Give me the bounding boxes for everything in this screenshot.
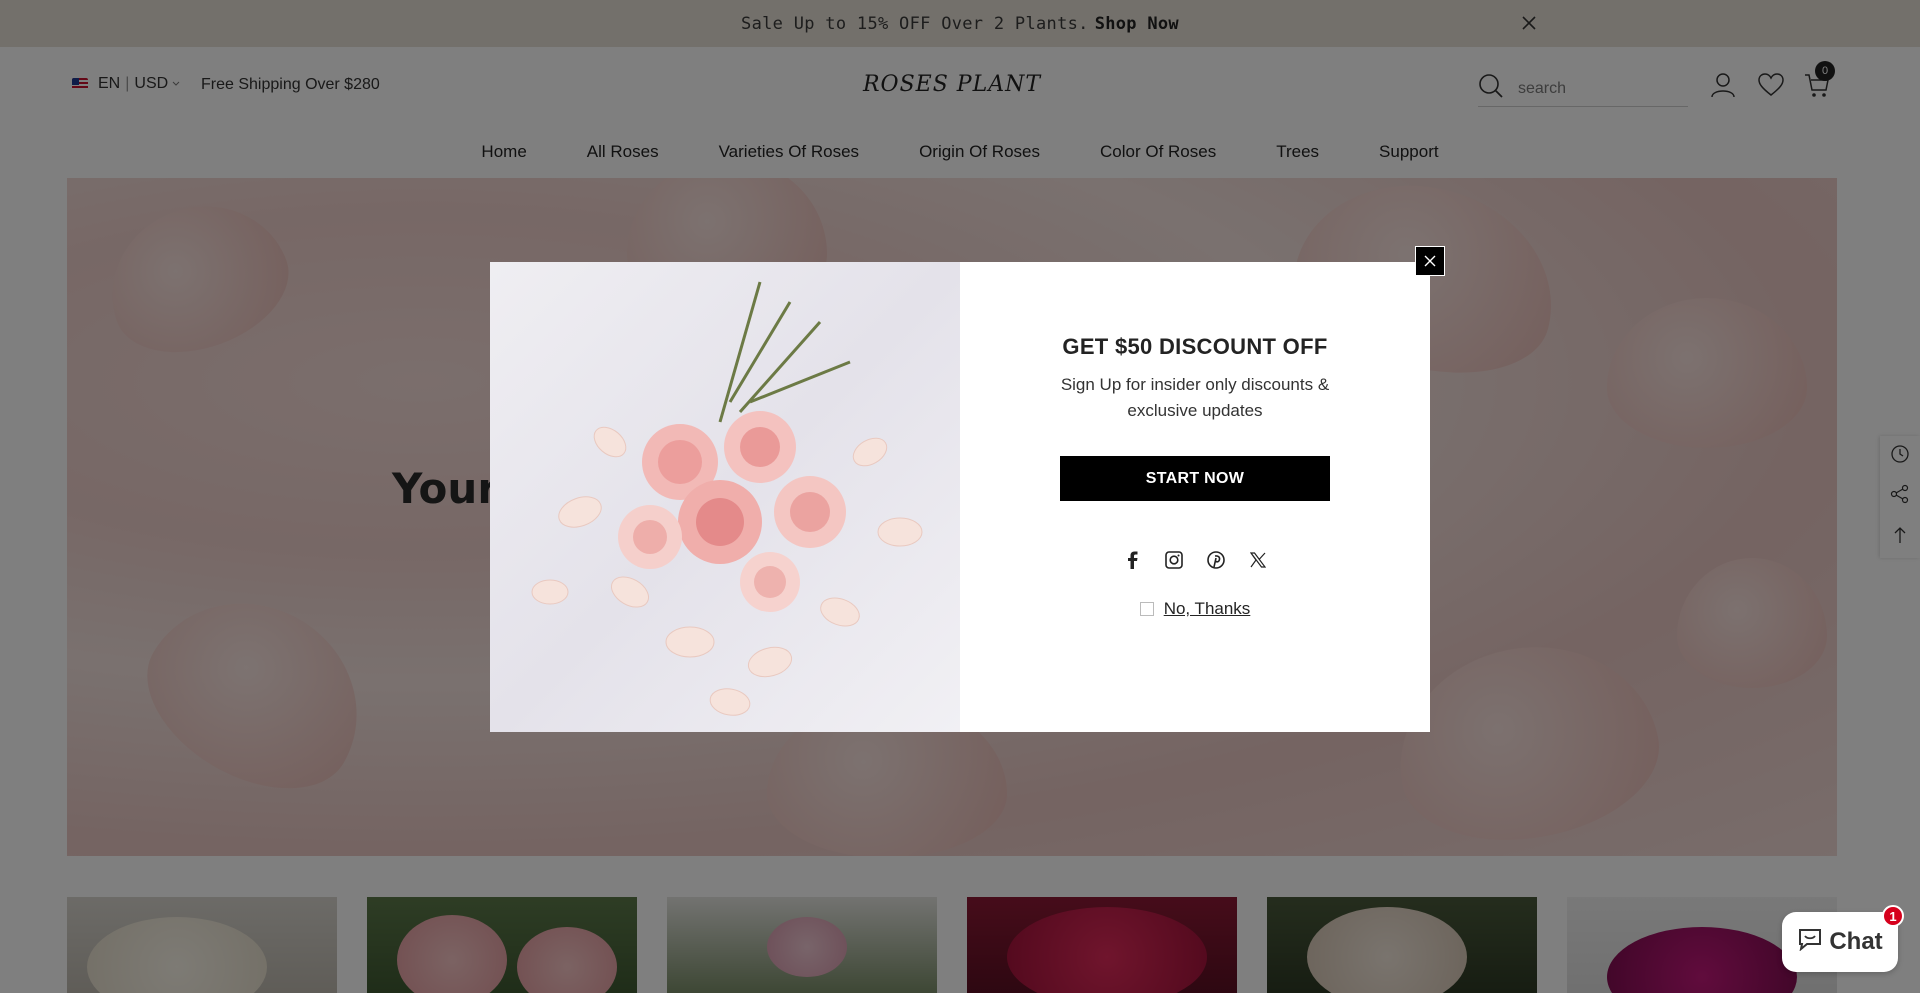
popup-close-icon[interactable] [1415,246,1445,276]
facebook-icon[interactable] [1121,549,1143,571]
no-thanks-option[interactable]: No, Thanks [1139,599,1251,619]
newsletter-popup: GET $50 DISCOUNT OFF Sign Up for insider… [490,262,1430,732]
chat-label: Chat [1829,928,1883,955]
social-links [1121,549,1269,571]
popup-title: GET $50 DISCOUNT OFF [1062,334,1328,359]
instagram-icon[interactable] [1163,549,1185,571]
chat-bubble-icon [1797,927,1823,958]
x-twitter-icon[interactable] [1247,549,1269,571]
no-thanks-checkbox[interactable] [1139,602,1154,616]
start-now-button[interactable]: START NOW [1060,456,1330,501]
chat-widget[interactable]: Chat [1782,912,1898,972]
popup-content: GET $50 DISCOUNT OFF Sign Up for insider… [960,262,1430,732]
pinterest-icon[interactable] [1205,549,1227,571]
chat-notification-badge: 1 [1882,905,1904,927]
roses-bouquet-image [490,262,960,732]
popup-subtitle: Sign Up for insider only discounts & exc… [1060,375,1330,420]
no-thanks-label[interactable]: No, Thanks [1164,599,1251,619]
